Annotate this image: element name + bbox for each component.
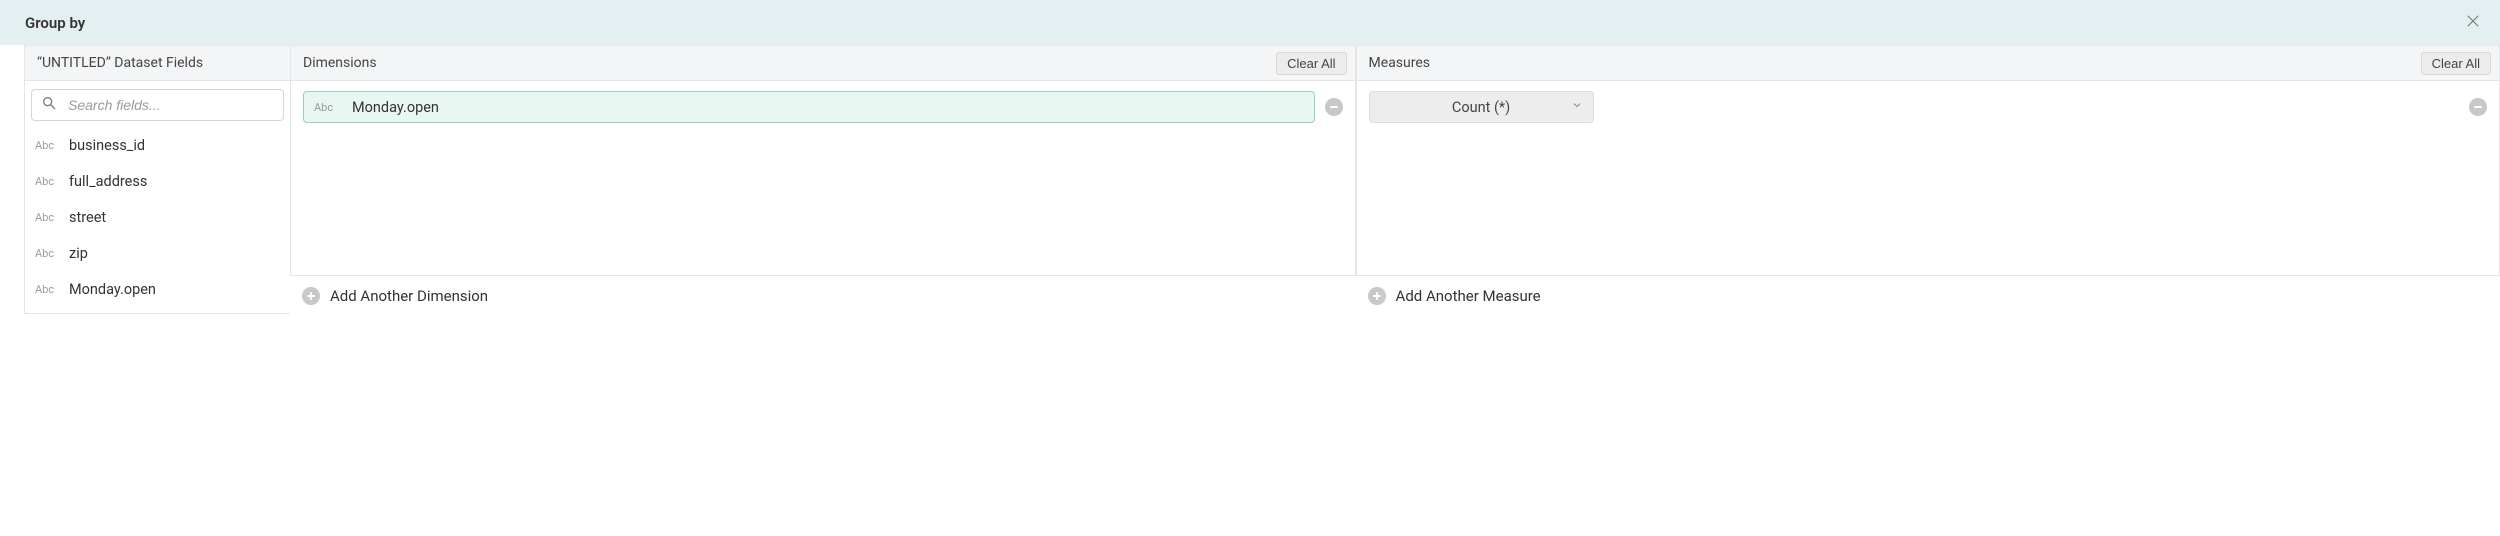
measure-row: Count (*) [1369,91,2487,123]
measures-panel-title: Measures [1369,55,2421,71]
field-label: street [69,209,106,226]
measure-label: Count (*) [1452,99,1510,116]
field-item[interactable]: Abc business_id [31,129,284,161]
dimension-label: Monday.open [352,99,439,116]
type-badge-abc: Abc [35,211,63,224]
close-button[interactable] [2464,12,2482,34]
measures-panel: Measures Clear All Count (*) Add An [1356,45,2500,354]
dimensions-panel: Dimensions Clear All Abc Monday.open Add… [290,45,1356,354]
type-badge-abc: Abc [314,101,342,114]
measure-select[interactable]: Count (*) [1369,91,1594,123]
field-label: Monday.open [69,281,156,298]
dimensions-panel-body: Abc Monday.open [290,81,1356,276]
clear-all-measures-button[interactable]: Clear All [2421,52,2491,75]
minus-icon [1330,106,1338,108]
field-label: business_id [69,137,145,154]
type-badge-abc: Abc [35,283,63,296]
add-dimension-label: Add Another Dimension [330,287,488,305]
field-item[interactable]: Abc zip [31,237,284,269]
minus-icon [2474,106,2482,108]
fields-panel-title: “UNTITLED” Dataset Fields [37,55,282,71]
fields-panel: “UNTITLED” Dataset Fields Abc business_i… [0,45,290,354]
measures-panel-footer: Add Another Measure [1356,276,2500,316]
field-label: zip [69,245,88,262]
dimensions-panel-title: Dimensions [303,55,1276,71]
clear-all-dimensions-button[interactable]: Clear All [1276,52,1346,75]
field-item[interactable]: Abc Monday.open [31,273,284,305]
type-badge-abc: Abc [35,139,63,152]
fields-panel-footer [24,314,290,354]
panels-row: “UNTITLED” Dataset Fields Abc business_i… [0,45,2500,354]
dimension-row: Abc Monday.open [303,91,1343,123]
type-badge-abc: Abc [35,175,63,188]
dialog-header: Group by [0,0,2500,45]
fields-panel-header: “UNTITLED” Dataset Fields [24,45,290,81]
field-label: full_address [69,173,147,190]
search-field-wrap [31,89,284,121]
plus-icon [1368,287,1386,305]
plus-icon [302,287,320,305]
dialog-title: Group by [25,14,85,32]
field-item[interactable]: Abc full_address [31,165,284,197]
dimensions-panel-header: Dimensions Clear All [290,45,1356,81]
remove-dimension-button[interactable] [1325,98,1343,116]
search-input[interactable] [31,89,284,121]
add-measure-label: Add Another Measure [1396,287,1541,305]
add-measure-button[interactable]: Add Another Measure [1368,287,1541,305]
add-dimension-button[interactable]: Add Another Dimension [302,287,488,305]
search-icon [41,95,57,115]
measures-panel-body: Count (*) [1356,81,2500,276]
remove-measure-button[interactable] [2469,98,2487,116]
field-item[interactable]: Abc street [31,201,284,233]
type-badge-abc: Abc [35,247,63,260]
measures-panel-header: Measures Clear All [1356,45,2500,81]
dimension-pill[interactable]: Abc Monday.open [303,91,1315,123]
fields-panel-body: Abc business_id Abc full_address Abc str… [24,81,290,314]
chevron-down-icon [1571,99,1583,115]
dimensions-panel-footer: Add Another Dimension [290,276,1356,316]
close-icon [2464,12,2482,34]
